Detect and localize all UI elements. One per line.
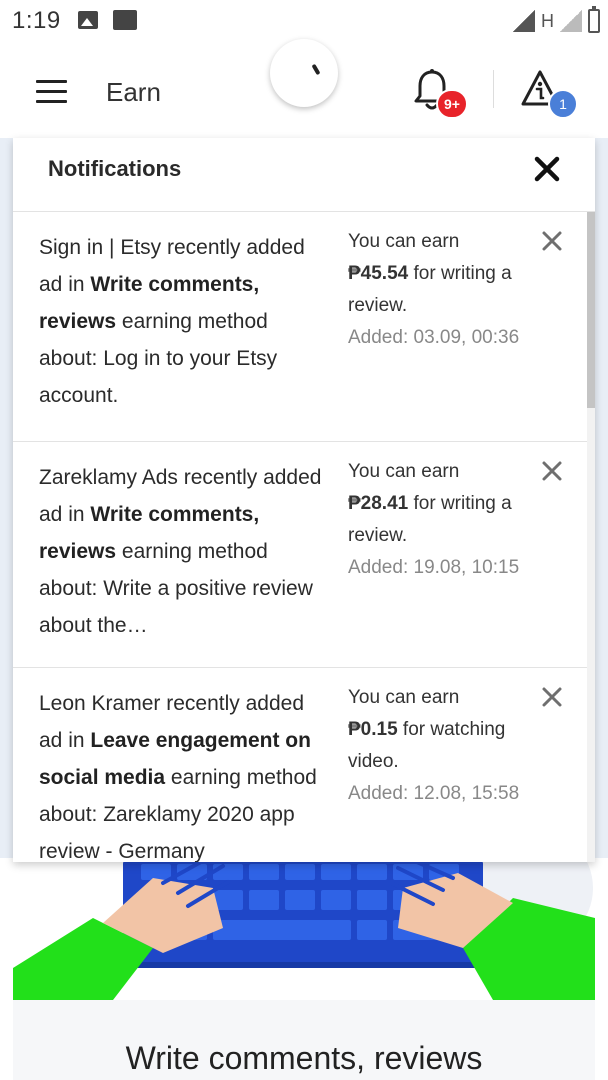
close-icon[interactable]: [533, 155, 561, 183]
notifications-count-badge: 9+: [436, 89, 468, 119]
signal-secondary-icon: [560, 10, 582, 32]
alerts-count-badge: 1: [548, 89, 578, 119]
notification-item[interactable]: Zareklamy Ads recently added ad in Write…: [13, 442, 587, 668]
image-notification-icon: [78, 11, 98, 29]
earn-amount: ₱28.41: [348, 493, 409, 514]
loading-spinner: [270, 39, 338, 107]
network-type: H: [541, 10, 554, 31]
header-divider: [493, 70, 494, 108]
menu-icon[interactable]: [36, 80, 67, 104]
notification-earnings: You can earn ₱45.54 for writing a review…: [348, 231, 520, 348]
added-date: Added: 12.08, 15:58: [348, 783, 520, 804]
notifications-title: Notifications: [48, 156, 182, 181]
notifications-list: Sign in | Etsy recently added ad in Writ…: [13, 212, 587, 862]
scrollbar-thumb[interactable]: [587, 212, 595, 408]
signal-icon: [513, 10, 535, 32]
battery-icon: [588, 6, 600, 33]
notifications-panel: Notifications Sign in | Etsy recently ad…: [13, 138, 595, 862]
status-indicators: H: [513, 6, 600, 34]
keyboard-hands-illustration: [13, 858, 595, 1000]
added-date: Added: 03.09, 00:36: [348, 327, 520, 348]
status-time: 1:19: [12, 7, 61, 34]
sim-notification-icon: [113, 10, 137, 30]
status-bar: 1:19 H: [0, 0, 608, 42]
earn-amount: ₱0.15: [348, 719, 398, 740]
notification-message: Zareklamy Ads recently added ad in Write…: [39, 466, 322, 637]
section-title: Write comments, reviews: [125, 1040, 483, 1076]
added-date: Added: 19.08, 10:15: [348, 557, 520, 578]
earn-amount: ₱45.54: [348, 263, 409, 284]
notification-earnings: You can earn ₱28.41 for writing a review…: [348, 461, 520, 578]
page-title: Earn: [106, 77, 161, 107]
notification-message: Leon Kramer recently added ad in Leave e…: [39, 692, 317, 862]
dismiss-icon[interactable]: [541, 460, 563, 482]
dismiss-icon[interactable]: [541, 230, 563, 252]
hero-illustration: [13, 858, 595, 1000]
notifications-header: Notifications: [13, 138, 595, 212]
notification-item[interactable]: Leon Kramer recently added ad in Leave e…: [13, 668, 587, 862]
notification-item[interactable]: Sign in | Etsy recently added ad in Writ…: [13, 212, 587, 442]
notification-earnings: You can earn ₱0.15 for watching video. A…: [348, 687, 520, 804]
dismiss-icon[interactable]: [541, 686, 563, 708]
notification-message: Sign in | Etsy recently added ad in Writ…: [39, 236, 305, 407]
